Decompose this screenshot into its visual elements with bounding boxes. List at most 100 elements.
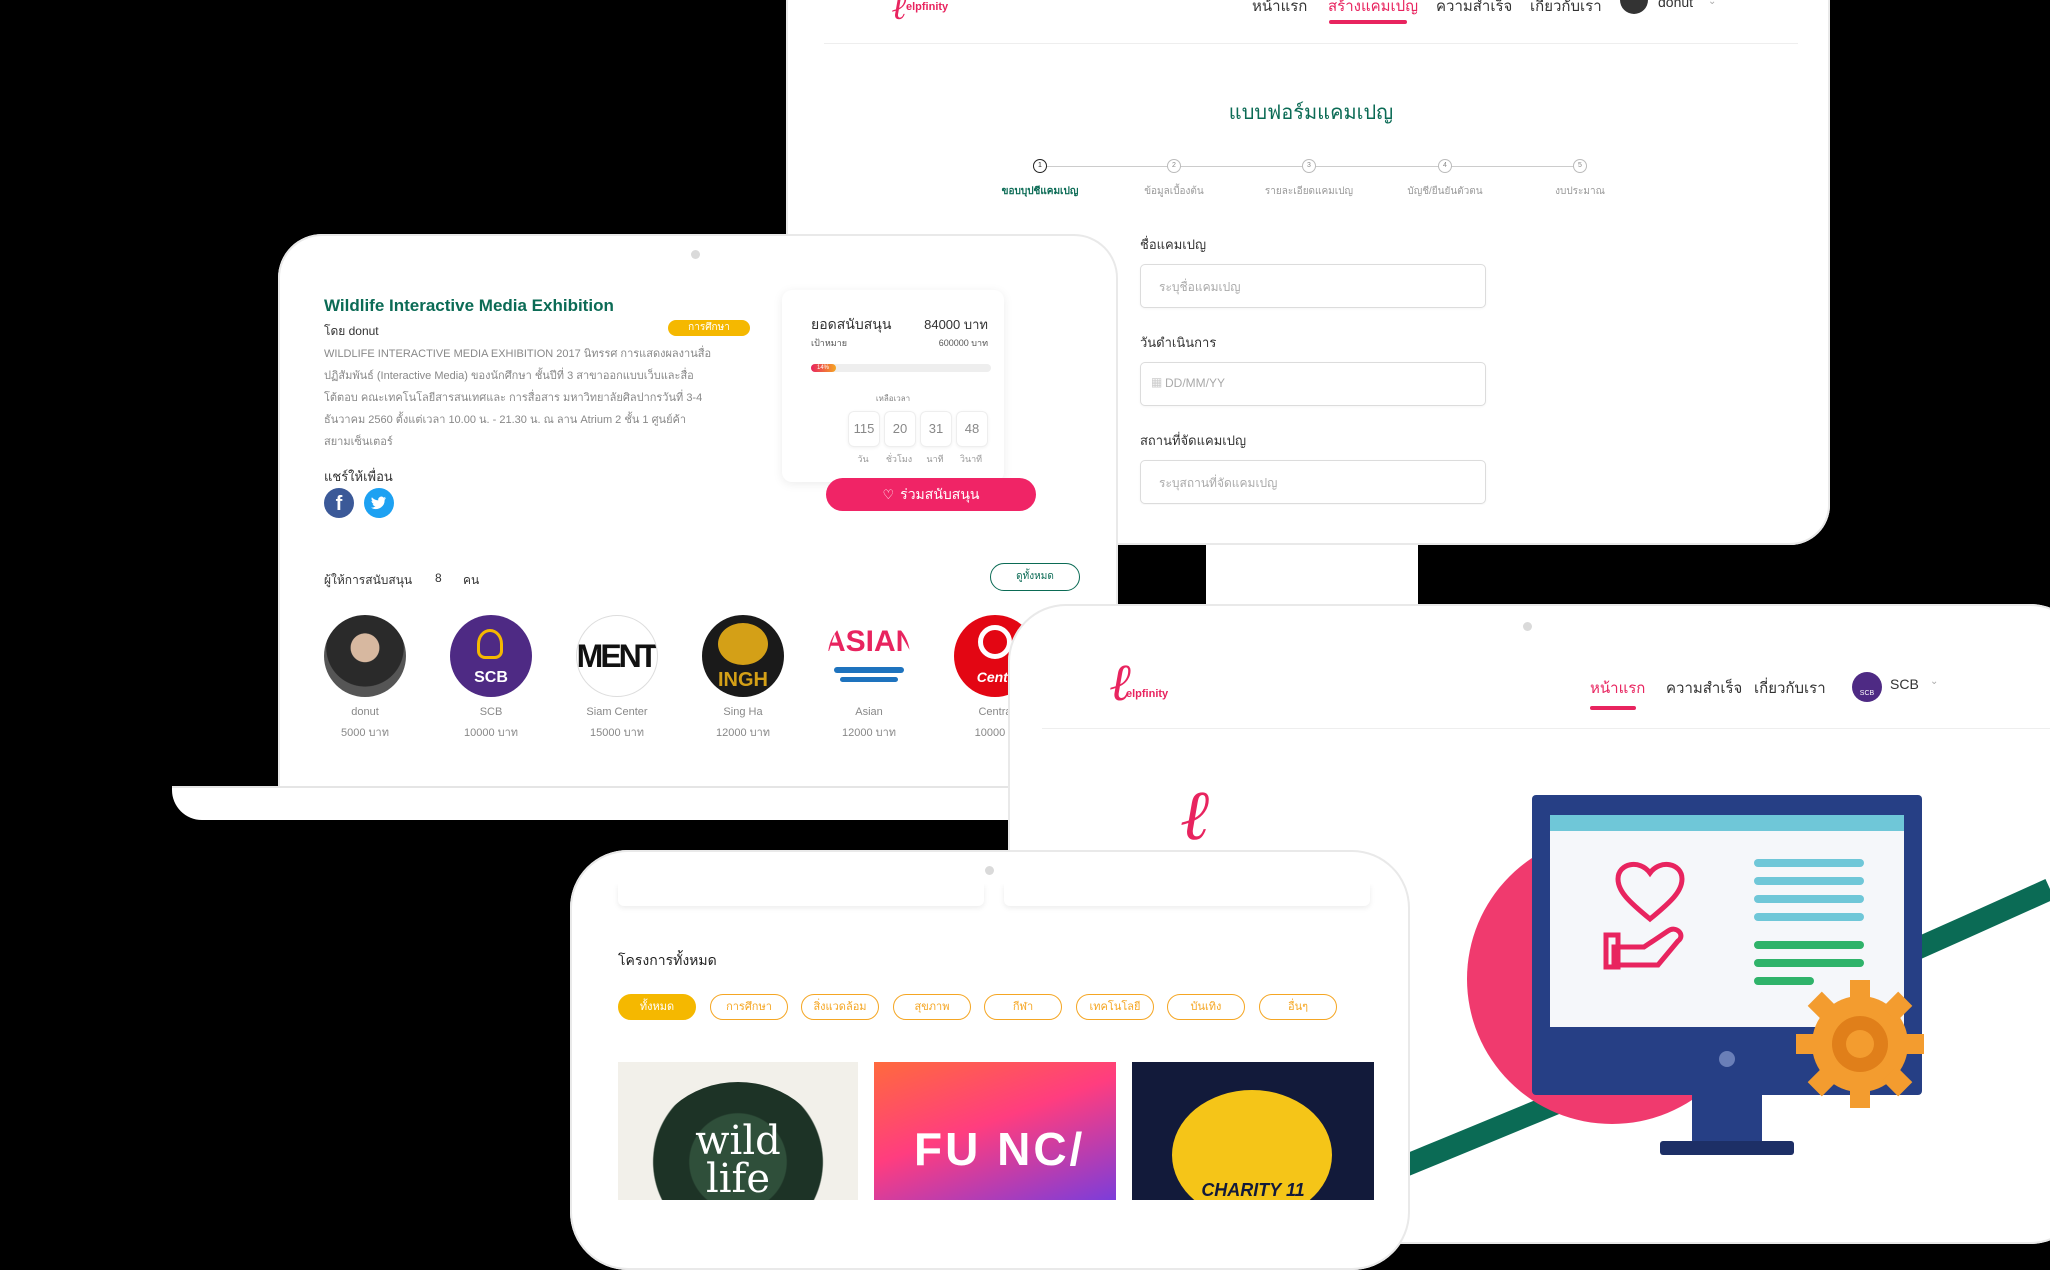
step-2-label: ข้อมูลเบื้องต้น	[1144, 186, 1204, 197]
supporter-avatar-siam-center[interactable]: MENT	[576, 615, 658, 697]
user-avatar[interactable]	[1620, 0, 1648, 14]
nav-about[interactable]: เกี่ยวกับเรา	[1754, 676, 1826, 700]
singha-logo-text: INGH	[718, 669, 768, 691]
filter-environment[interactable]: สิ่งแวดล้อม	[801, 994, 879, 1020]
supporter-avatar-asian[interactable]: ASIAN	[828, 615, 910, 697]
timer-seconds-label: วินาที	[959, 454, 983, 464]
venue-input[interactable]: ระบุสถานที่จัดแคมเปญ	[1140, 460, 1486, 504]
share-label: แชร์ให้เพื่อน	[324, 469, 393, 484]
step-5-dot[interactable]: 5	[1573, 159, 1587, 173]
facebook-icon[interactable]: f	[324, 488, 354, 518]
filter-entertainment[interactable]: บันเทิง	[1167, 994, 1245, 1020]
supporter-name: SCB	[479, 706, 503, 718]
project-card-func[interactable]: FU NC/	[874, 1062, 1116, 1200]
description-line: ธันวาคม 2560 ตั้งแต่เวลา 10.00 น. - 21.3…	[324, 414, 687, 426]
progress-text: 14%	[817, 365, 830, 371]
step-4-dot[interactable]: 4	[1438, 159, 1452, 173]
campaign-screen: Wildlife Interactive Media Exhibition โด…	[308, 272, 1083, 746]
elpfinity-logo[interactable]: ℓ elpfinity	[1110, 652, 1210, 718]
filter-health[interactable]: สุขภาพ	[893, 994, 971, 1020]
projects-screen: โครงการทั้งหมด ทั้งหมด การศึกษา สิ่งแวดล…	[602, 884, 1382, 1200]
supporter-avatar-singha[interactable]: INGH	[702, 615, 784, 697]
timer-minutes-label: นาที	[926, 454, 944, 464]
project-card-charity[interactable]: CHARITY 11	[1132, 1062, 1374, 1200]
campaign-name-placeholder: ระบุชื่อแคมเปญ	[1159, 280, 1241, 294]
step-3-dot[interactable]: 3	[1302, 159, 1316, 173]
user-name[interactable]: donut	[1658, 0, 1693, 10]
timer-minutes: 31	[920, 411, 952, 447]
tablet-camera	[1523, 622, 1532, 631]
func-art-text: FU NC/	[914, 1123, 1086, 1175]
tablet2-camera	[985, 866, 994, 875]
filter-other[interactable]: อื่นๆ	[1259, 994, 1337, 1020]
description-line: ปฏิสัมพันธ์ (Interactive Media) ของนักศึ…	[324, 370, 694, 382]
supporters-label: ผู้ให้การสนับสนุน	[324, 573, 413, 587]
top-card-stub	[1004, 884, 1370, 906]
timer-days-label: วัน	[857, 454, 869, 464]
laptop-camera	[691, 250, 700, 259]
filter-technology[interactable]: เทคโนโลยี	[1076, 994, 1154, 1020]
funding-label: ยอดสนับสนุน	[811, 316, 892, 332]
charity-art-text: CHARITY 11	[1201, 1180, 1305, 1200]
elpfinity-logo[interactable]: ℓ elpfinity	[892, 0, 982, 30]
svg-text:ℓ: ℓ	[1180, 774, 1209, 856]
supporter-avatar-scb[interactable]: SCB	[450, 615, 532, 697]
heart-hand-icon: ♡	[882, 487, 895, 502]
user-name[interactable]: SCB	[1890, 676, 1919, 692]
campaign-name-input[interactable]: ระบุชื่อแคมเปญ	[1140, 264, 1486, 308]
venue-placeholder: ระบุสถานที่จัดแคมเปญ	[1159, 476, 1278, 490]
date-label: วันดำเนินการ	[1140, 335, 1217, 350]
filter-all[interactable]: ทั้งหมด	[618, 994, 696, 1020]
campaign-name-label: ชื่อแคมเปญ	[1140, 237, 1207, 252]
nav-create-campaign[interactable]: สร้างแคมเปญ	[1328, 0, 1418, 18]
step-2-dot[interactable]: 2	[1167, 159, 1181, 173]
supporters-unit: คน	[463, 573, 480, 587]
description-line: โต้ตอบ คณะเทคโนโลยีสารสนเทศและ การสื่อสา…	[324, 392, 703, 404]
campaign-description: WILDLIFE INTERACTIVE MEDIA EXHIBITION 20…	[324, 343, 754, 453]
user-avatar[interactable]: SCB	[1852, 672, 1882, 702]
support-button[interactable]: ♡ ร่วมสนับสนุน	[826, 478, 1036, 511]
scb-logo-text: SCB	[474, 669, 508, 686]
filter-education[interactable]: การศึกษา	[710, 994, 788, 1020]
nav-active-underline	[1590, 706, 1636, 710]
supporter-name: donut	[351, 706, 379, 718]
form-title: แบบฟอร์มแคมเปญ	[1228, 102, 1394, 124]
goal-label: เป้าหมาย	[811, 338, 848, 348]
asian-logo-text: ASIAN	[828, 625, 910, 658]
campaign-owner: โดย donut	[324, 324, 379, 338]
twitter-icon[interactable]	[364, 488, 394, 518]
chevron-down-icon[interactable]: ⌄	[1930, 676, 1938, 687]
campaign-title: Wildlife Interactive Media Exhibition	[324, 296, 614, 315]
header-divider	[824, 43, 1798, 44]
nav-success[interactable]: ความสำเร็จ	[1436, 0, 1512, 18]
nav-success[interactable]: ความสำเร็จ	[1666, 676, 1742, 700]
category-badge[interactable]: การศึกษา	[668, 320, 750, 336]
filter-sport[interactable]: กีฬา	[984, 994, 1062, 1020]
support-button-label: ร่วมสนับสนุน	[900, 486, 980, 502]
supporter-amount: 10000 บาท	[463, 727, 519, 739]
calendar-icon: ▦	[1151, 375, 1163, 389]
funding-amount: 84000 บาท	[924, 317, 988, 332]
date-placeholder: DD/MM/YY	[1165, 376, 1225, 390]
venue-label: สถานที่จัดแคมเปญ	[1140, 433, 1247, 448]
user-avatar-text: SCB	[1859, 690, 1875, 697]
date-input[interactable]: ▦ DD/MM/YY	[1140, 362, 1486, 406]
nav-home[interactable]: หน้าแรก	[1252, 0, 1307, 18]
step-1-dot[interactable]: 1	[1033, 159, 1047, 173]
chevron-down-icon[interactable]: ⌄	[1708, 0, 1716, 7]
description-line: WILDLIFE INTERACTIVE MEDIA EXHIBITION 20…	[324, 348, 712, 360]
description-line: สยามเซ็นเตอร์	[324, 436, 393, 448]
nav-active-underline	[1329, 20, 1407, 24]
supporter-amount: 15000 บาท	[589, 727, 645, 739]
supporter-amount: 5000 บาท	[341, 727, 389, 739]
top-card-stub	[618, 884, 984, 906]
supporter-name: Asian	[855, 706, 883, 718]
supporter-avatar-donut[interactable]	[324, 615, 406, 697]
supporters-count: 8	[435, 571, 442, 585]
nav-about[interactable]: เกี่ยวกับเรา	[1530, 0, 1602, 18]
nav-home[interactable]: หน้าแรก	[1590, 676, 1645, 700]
view-all-button[interactable]: ดูทั้งหมด	[990, 563, 1080, 591]
projects-title: โครงการทั้งหมด	[618, 952, 717, 968]
supporter-name: Sing Ha	[723, 706, 763, 718]
project-card-wildlife[interactable]: wild life	[618, 1062, 858, 1200]
